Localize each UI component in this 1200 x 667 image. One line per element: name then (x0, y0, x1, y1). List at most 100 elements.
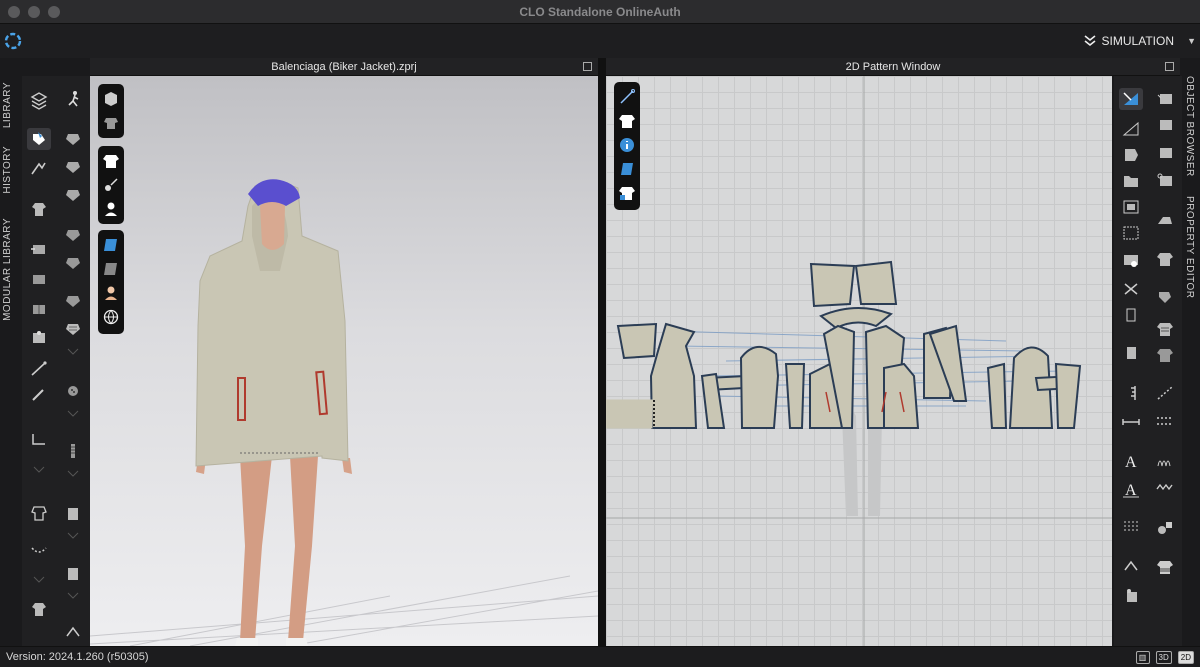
trace-icon[interactable] (1119, 250, 1143, 272)
cube-view-icon[interactable] (102, 90, 120, 108)
text-tool-icon[interactable]: A (1119, 450, 1143, 472)
chevron-down-icon[interactable] (67, 592, 79, 600)
select-move-tool-icon[interactable] (27, 128, 51, 150)
edit-curvature-icon[interactable] (1119, 144, 1143, 166)
simulation-mode-button[interactable]: SIMULATION (1084, 34, 1174, 48)
edit-point-icon[interactable] (1119, 118, 1143, 140)
transform-pattern-icon[interactable] (1119, 88, 1143, 110)
tab-history[interactable]: HISTORY (2, 146, 13, 194)
clo-logo-icon[interactable] (4, 32, 22, 50)
garment-info-icon[interactable] (618, 184, 636, 202)
garment-fit-icon[interactable] (27, 198, 51, 220)
chevron-down-icon[interactable] (67, 470, 79, 478)
texture-icon[interactable] (102, 236, 120, 254)
pucker-icon[interactable] (1153, 318, 1177, 340)
split-view-icon[interactable]: ▥ (1135, 651, 1150, 664)
needle-thread-icon[interactable] (618, 88, 636, 106)
measure-tool-icon[interactable] (27, 428, 51, 450)
tack-tool-icon[interactable] (27, 238, 51, 260)
chevron-down-icon[interactable] (67, 410, 79, 418)
free-sewing-icon[interactable] (1153, 142, 1177, 164)
fit-garment-icon[interactable] (61, 184, 85, 206)
measure-horizontal-icon[interactable] (1119, 410, 1143, 432)
brush-tool-icon[interactable] (27, 384, 51, 406)
shading-icon[interactable] (102, 260, 120, 278)
line-segment-icon[interactable] (1153, 382, 1177, 404)
shirt-tool-icon[interactable] (27, 598, 51, 620)
chevron-down-icon[interactable] (33, 576, 45, 584)
ruler-icon[interactable] (1119, 382, 1143, 404)
pattern-pieces[interactable] (616, 260, 1082, 429)
tape-tool-icon[interactable] (61, 562, 85, 584)
chevron-down-icon[interactable] (67, 348, 79, 356)
drape-icon[interactable] (61, 156, 85, 178)
fabric-texture-tool-icon[interactable] (27, 502, 51, 524)
avatar-2d-icon[interactable] (1119, 584, 1143, 606)
button-tool-icon[interactable] (61, 380, 85, 402)
shirt-pattern-icon[interactable] (1153, 248, 1177, 270)
view-2d-button[interactable]: 2D (1177, 651, 1194, 664)
tab-library[interactable]: LIBRARY (2, 82, 13, 128)
cut-sew-icon[interactable] (1119, 278, 1143, 300)
pin-tool-icon[interactable] (27, 268, 51, 290)
skin-icon[interactable] (102, 284, 120, 302)
pattern-outline-icon[interactable] (1119, 304, 1143, 326)
chevron-down-icon[interactable] (67, 532, 79, 540)
grade-icon[interactable] (61, 290, 85, 312)
tab-object-browser[interactable]: OBJECT BROWSER (1184, 76, 1195, 177)
iron-icon[interactable] (1153, 208, 1177, 230)
3d-viewport[interactable] (90, 76, 598, 646)
zipper-tool-icon[interactable] (61, 440, 85, 462)
maximize-2d-icon[interactable] (1165, 62, 1174, 71)
maximize-3d-icon[interactable] (583, 62, 592, 71)
simulate-garment-icon[interactable] (61, 128, 85, 150)
avatar-move-icon[interactable] (61, 88, 85, 110)
edit-pattern-3d-icon[interactable] (27, 158, 51, 180)
zigzag-icon[interactable] (1153, 478, 1177, 500)
spring-icon[interactable] (1153, 450, 1177, 472)
grading-icon[interactable] (1119, 516, 1143, 538)
garment-stack-icon[interactable] (1153, 556, 1177, 578)
tab-modular-library[interactable]: MODULAR LIBRARY (2, 218, 13, 321)
dashed-line-icon[interactable] (1153, 410, 1177, 432)
fabric-layer-icon[interactable] (618, 160, 636, 178)
fabric-grid-icon[interactable] (1153, 344, 1177, 366)
trim-tool-icon[interactable] (61, 502, 85, 524)
segment-sewing-icon[interactable] (1153, 114, 1177, 136)
info-icon[interactable] (618, 136, 636, 154)
2d-pattern-window[interactable] (606, 76, 1112, 646)
flip-icon[interactable] (1119, 556, 1143, 578)
seam-line-icon[interactable] (1153, 88, 1177, 110)
shirt-icon[interactable] (618, 112, 636, 130)
avatar-pose-tool-icon[interactable] (27, 326, 51, 348)
caret-down-icon[interactable]: ▼ (1187, 36, 1196, 46)
avatar-icon[interactable] (102, 200, 120, 218)
garment-view-icon[interactable] (102, 114, 120, 132)
flatten-icon[interactable] (61, 252, 85, 274)
tape-measure-2d-icon[interactable] (1153, 516, 1177, 538)
annotation-tool-icon[interactable]: A (1119, 478, 1143, 500)
tool-column-right-2 (1148, 76, 1182, 646)
simulation-mode-label: SIMULATION (1101, 34, 1174, 48)
view-3d-button[interactable]: 3D (1155, 651, 1172, 664)
folder-icon[interactable] (1119, 170, 1143, 192)
tape-measure-icon[interactable] (102, 176, 120, 194)
fabric-grid-icon[interactable] (61, 318, 85, 340)
grid-pattern-icon[interactable] (1119, 222, 1143, 244)
style-line-tool-icon[interactable] (27, 540, 51, 562)
layer-tool-icon[interactable] (27, 90, 51, 112)
symmetric-icon[interactable] (1119, 342, 1143, 364)
arrange-point-icon[interactable] (61, 224, 85, 246)
shirt-icon[interactable] (102, 152, 120, 170)
needle-tool-icon[interactable] (27, 358, 51, 380)
edit-sewing-icon[interactable] (1153, 170, 1177, 192)
globe-icon[interactable] (102, 308, 120, 326)
hanger-tool-icon[interactable] (61, 620, 85, 642)
topstitch-icon[interactable] (1153, 286, 1177, 308)
internal-polygon-icon[interactable] (1119, 196, 1143, 218)
tab-property-editor[interactable]: PROPERTY EDITOR (1184, 196, 1195, 299)
fold-tool-icon[interactable] (27, 298, 51, 320)
panel-divider[interactable] (598, 58, 606, 646)
chevron-down-icon[interactable] (33, 466, 45, 474)
status-bar: Version: 2024.1.260 (r50305) ▥ 3D 2D (0, 646, 1200, 667)
